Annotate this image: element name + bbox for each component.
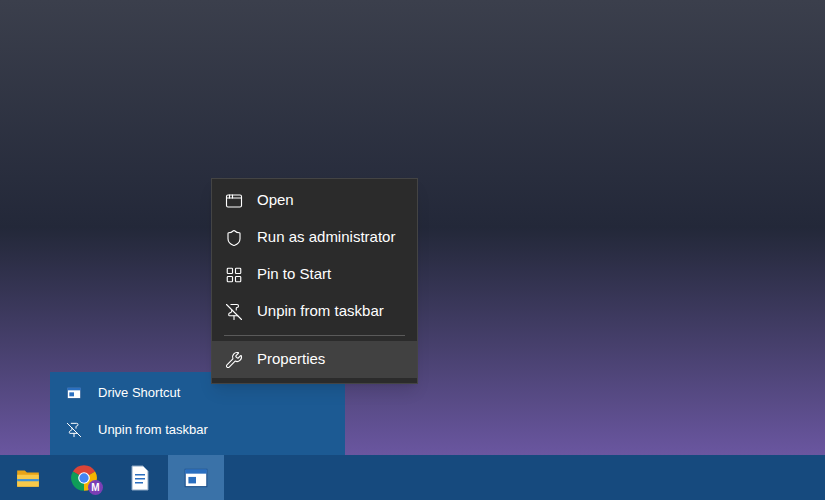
- menu-item[interactable]: Unpin from taskbar: [212, 293, 417, 330]
- jump-list: Drive Shortcut Unpin from taskbar: [50, 372, 345, 455]
- app-window-icon: [66, 385, 82, 401]
- menu-item-label: Run as administrator: [257, 226, 395, 249]
- unpin-icon: [66, 422, 82, 438]
- menu-item[interactable]: Properties: [212, 341, 417, 378]
- menu-item-label: Properties: [257, 348, 325, 371]
- taskbar-button[interactable]: [168, 455, 224, 500]
- menu-item-label: Open: [257, 189, 294, 212]
- wrench-icon: [225, 351, 243, 369]
- taskbar-button[interactable]: M: [56, 455, 112, 500]
- chrome-icon: M: [70, 464, 98, 492]
- pin-to-start-icon: [225, 266, 243, 284]
- desktop: M Drive Shortcut Unpin from taskbar Open Run…: [0, 0, 825, 500]
- menu-item-label: Unpin from taskbar: [257, 300, 384, 323]
- menu-item-label: Pin to Start: [257, 263, 331, 286]
- taskbar: M: [0, 455, 825, 500]
- folder-icon: [15, 465, 41, 491]
- shield-icon: [225, 229, 243, 247]
- context-menu: Open Run as administrator Pin to Start Unpi…: [211, 178, 418, 384]
- menu-item[interactable]: Run as administrator: [212, 219, 417, 256]
- jump-list-item[interactable]: Unpin from taskbar: [50, 411, 345, 448]
- app-window-icon: [183, 465, 209, 491]
- menu-item[interactable]: Open: [212, 182, 417, 219]
- taskbar-button[interactable]: [112, 455, 168, 500]
- document-icon: [128, 465, 152, 491]
- jump-list-label: Unpin from taskbar: [98, 420, 208, 440]
- unpin-icon: [225, 303, 243, 321]
- window-icon: [225, 192, 243, 210]
- jump-list-label: Drive Shortcut: [98, 383, 180, 403]
- menu-item[interactable]: Pin to Start: [212, 256, 417, 293]
- taskbar-button[interactable]: [0, 455, 56, 500]
- profile-badge: M: [88, 480, 103, 495]
- menu-separator: [224, 335, 405, 336]
